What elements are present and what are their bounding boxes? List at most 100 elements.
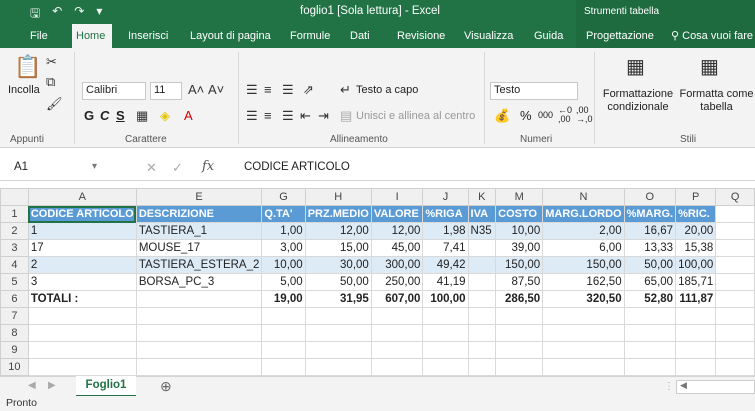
conditional-format-button[interactable]: Formattazione condizionale (600, 88, 676, 114)
merge-icon[interactable]: ▤ (340, 108, 352, 124)
enter-icon[interactable]: ✓ (172, 160, 183, 176)
cell[interactable]: TASTIERA_ESTERA_2 (135, 256, 263, 274)
cell[interactable] (422, 307, 469, 325)
thousands-button[interactable]: 000 (538, 110, 553, 120)
cell[interactable]: 52,80 (623, 290, 677, 308)
cell[interactable]: 150,00 (542, 256, 625, 274)
column-header[interactable]: H (304, 188, 372, 206)
column-header[interactable]: E (135, 188, 263, 206)
merge-center-button[interactable]: Unisci e allinea al centro (356, 110, 475, 122)
cell[interactable] (467, 358, 497, 376)
cell[interactable] (675, 307, 717, 325)
cell[interactable]: 1,00 (261, 222, 306, 240)
format-as-table-icon[interactable]: ▦ (700, 54, 719, 79)
increase-decimal-icon[interactable]: ←0,00 (558, 106, 572, 124)
cell[interactable] (27, 358, 137, 376)
scroll-sheets-left-icon[interactable]: ◀ (28, 380, 36, 391)
cell[interactable]: 300,00 (370, 256, 424, 274)
font-size-select[interactable]: 11 (150, 82, 182, 100)
cell[interactable]: 1 (27, 222, 137, 240)
tab-home[interactable]: Home (72, 24, 112, 48)
cell[interactable]: 10,00 (261, 256, 306, 274)
row-header[interactable]: 4 (0, 256, 29, 274)
cell[interactable] (135, 307, 263, 325)
cell[interactable]: 7,41 (422, 239, 469, 257)
align-left-icon[interactable]: ☰ (246, 108, 258, 124)
cell[interactable] (467, 239, 497, 257)
cell[interactable] (467, 307, 497, 325)
format-painter-icon[interactable]: 🖌 (46, 96, 63, 112)
cell[interactable]: 45,00 (370, 239, 424, 257)
cell[interactable]: 87,50 (495, 273, 544, 291)
tab-dati[interactable]: Dati (346, 24, 374, 48)
row-header[interactable]: 10 (0, 358, 29, 376)
cell[interactable] (715, 341, 755, 359)
cell[interactable] (370, 324, 424, 342)
borders-icon[interactable]: ▦ (136, 108, 148, 124)
cell[interactable]: 10,00 (495, 222, 544, 240)
cell[interactable]: TASTIERA_1 (135, 222, 263, 240)
cell[interactable] (422, 341, 469, 359)
column-header[interactable]: G (261, 188, 306, 206)
cell[interactable]: 320,50 (542, 290, 625, 308)
scroll-sheets-right-icon[interactable]: ▶ (48, 380, 56, 391)
cell[interactable] (495, 358, 544, 376)
cell[interactable]: 49,42 (422, 256, 469, 274)
cell[interactable] (261, 307, 306, 325)
align-top-icon[interactable]: ☰ (246, 82, 258, 98)
cell[interactable] (715, 273, 755, 291)
cell[interactable]: 15,38 (675, 239, 717, 257)
tab-formule[interactable]: Formule (286, 24, 334, 48)
cell[interactable] (675, 341, 717, 359)
percent-button[interactable]: % (520, 108, 532, 123)
cell[interactable] (467, 290, 497, 308)
cell[interactable] (495, 341, 544, 359)
cell[interactable] (467, 324, 497, 342)
row-header[interactable]: 2 (0, 222, 29, 240)
column-header[interactable]: I (370, 188, 424, 206)
cell[interactable]: 1,98 (422, 222, 469, 240)
currency-icon[interactable]: 💰 (494, 108, 510, 124)
cell[interactable] (27, 341, 137, 359)
cell[interactable] (135, 324, 263, 342)
cell[interactable] (135, 358, 263, 376)
cell[interactable]: VALORE (370, 205, 424, 223)
cell[interactable]: 65,00 (623, 273, 677, 291)
cell[interactable]: 100,00 (675, 256, 717, 274)
cell[interactable] (495, 324, 544, 342)
cell[interactable] (304, 307, 372, 325)
cell[interactable]: 17 (27, 239, 137, 257)
cell[interactable]: 111,87 (675, 290, 717, 308)
cell[interactable] (715, 239, 755, 257)
cell[interactable]: 150,00 (495, 256, 544, 274)
cell[interactable]: CODICE ARTICOLO (27, 205, 137, 223)
name-box-dropdown-icon[interactable]: ▾ (92, 161, 97, 172)
column-header[interactable]: O (623, 188, 677, 206)
cell[interactable] (304, 341, 372, 359)
cell[interactable]: %RIGA (422, 205, 469, 223)
paste-icon[interactable]: 📋 (14, 54, 41, 80)
cell[interactable]: COSTO (495, 205, 544, 223)
tab-visualizza[interactable]: Visualizza (460, 24, 517, 48)
cell[interactable] (542, 307, 625, 325)
cell[interactable]: 250,00 (370, 273, 424, 291)
align-center-icon[interactable]: ≡ (264, 108, 272, 123)
horizontal-scrollbar[interactable] (676, 380, 755, 394)
cell[interactable]: 3 (27, 273, 137, 291)
cell[interactable]: DESCRIZIONE (135, 205, 263, 223)
cell[interactable] (623, 358, 677, 376)
cell[interactable] (675, 324, 717, 342)
cell[interactable]: 3,00 (261, 239, 306, 257)
scroll-left-arrow-icon[interactable]: ◀ (680, 380, 687, 391)
select-all-corner[interactable] (0, 188, 29, 206)
cell[interactable] (27, 307, 137, 325)
sheet-tab-foglio1[interactable]: Foglio1 (76, 376, 136, 397)
orientation-icon[interactable]: ⇗ (303, 82, 314, 98)
row-header[interactable]: 6 (0, 290, 29, 308)
column-header[interactable]: A (27, 188, 137, 206)
row-header[interactable]: 8 (0, 324, 29, 342)
column-header[interactable]: J (422, 188, 469, 206)
formula-input[interactable]: CODICE ARTICOLO (244, 161, 350, 173)
wrap-text-icon[interactable]: ↵ (340, 82, 351, 98)
add-sheet-icon[interactable]: ⊕ (160, 378, 172, 395)
